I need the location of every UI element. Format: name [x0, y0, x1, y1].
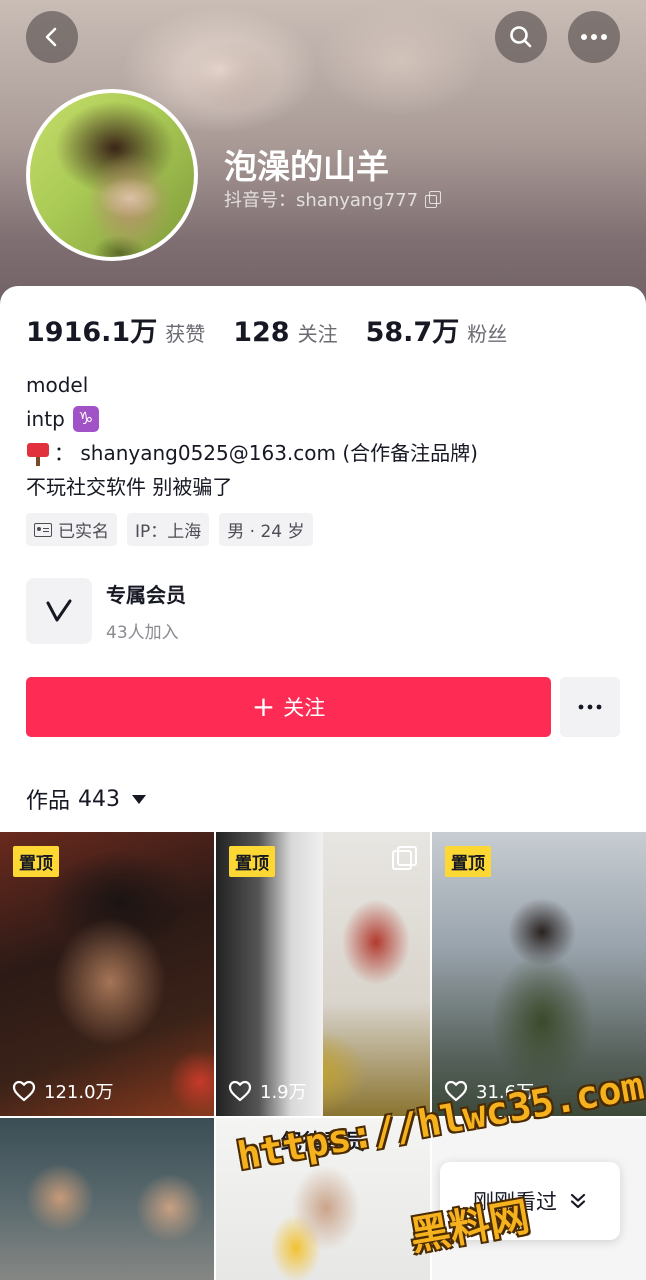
like-count-text: 1.9万 — [260, 1082, 307, 1103]
profile-tags: 已实名 IP：上海 男 · 24 岁 — [26, 513, 313, 546]
tab-works[interactable]: 作品 443 — [26, 783, 147, 815]
tag-verified-label: 已实名 — [58, 522, 109, 542]
membership-text: 专属会员 43人加入 — [106, 579, 186, 643]
bio-line-2: intp ♑ — [26, 402, 478, 436]
stat-likes-value: 1916.1万 — [26, 317, 158, 348]
tag-verified[interactable]: 已实名 — [26, 513, 117, 546]
follow-more-button[interactable] — [560, 677, 620, 737]
stat-followers-value: 58.7万 — [365, 317, 460, 348]
bio-line-3-text: ： shanyang0525@163.com (合作备注品牌) — [54, 441, 478, 465]
pinned-badge: 置顶 — [229, 846, 275, 877]
more-dots-icon — [578, 704, 602, 710]
like-count: 121.0万 — [12, 1078, 114, 1104]
heart-icon — [228, 1080, 252, 1102]
stats-row: 1916.1万 获赞 128 关注 58.7万 粉丝 — [26, 310, 535, 349]
exclusive-membership[interactable]: 专属会员 43人加入 — [26, 578, 186, 644]
more-dots-icon — [581, 34, 607, 40]
bio-line-4: 不玩社交软件 别被骗了 — [26, 475, 233, 499]
search-icon — [510, 26, 532, 48]
double-chevron-down-icon — [570, 1193, 586, 1209]
douyin-id[interactable]: 抖音号：shanyang777 — [224, 186, 442, 212]
stat-following-label: 关注 — [297, 322, 338, 346]
membership-subtitle: 43人加入 — [106, 623, 179, 643]
follow-label: 关注 — [283, 696, 326, 720]
like-count: 1.9万 — [228, 1078, 307, 1104]
v-logo-icon — [46, 599, 72, 622]
stat-followers[interactable]: 58.7万 粉丝 — [366, 310, 508, 349]
membership-title: 专属会员 — [106, 583, 186, 607]
avatar[interactable] — [26, 89, 198, 261]
tag-ip-location: IP：上海 — [127, 513, 210, 546]
works-count: 443 — [78, 786, 121, 812]
like-count-text: 121.0万 — [44, 1082, 114, 1103]
id-card-icon — [34, 522, 52, 537]
bio-line-2-text: intp — [26, 407, 65, 431]
pinned-badge: 置顶 — [13, 846, 59, 877]
tag-gender-age-label: 男 · 24 岁 — [227, 522, 305, 542]
tag-ip-label: IP：上海 — [135, 522, 202, 542]
copy-icon[interactable] — [424, 191, 442, 208]
stat-following-value: 128 — [233, 317, 290, 348]
follow-button[interactable]: + 关注 — [26, 677, 551, 737]
more-options-button[interactable] — [568, 11, 620, 63]
tag-gender-age: 男 · 24 岁 — [219, 513, 313, 546]
chevron-left-icon — [45, 27, 57, 47]
back-button[interactable] — [26, 11, 78, 63]
works-label: 作品 — [26, 789, 71, 814]
search-button[interactable] — [495, 11, 547, 63]
plus-icon: + — [251, 690, 276, 723]
heart-icon — [12, 1080, 36, 1102]
nickname: 泡澡的山羊 — [224, 147, 389, 186]
membership-logo — [26, 578, 92, 644]
work-tile[interactable]: 置顶 121.0万 — [0, 832, 214, 1116]
bio-line-1: model — [26, 373, 89, 397]
mailbox-icon — [26, 440, 50, 466]
stat-likes[interactable]: 1916.1万 获赞 — [26, 310, 205, 349]
caret-down-icon — [132, 794, 147, 804]
pinned-badge: 置顶 — [445, 846, 491, 877]
work-tile[interactable] — [0, 1118, 214, 1280]
work-tile[interactable]: 置顶 1.9万 — [216, 832, 430, 1116]
bio-line-3: ： shanyang0525@163.com (合作备注品牌) — [26, 436, 478, 470]
stat-following[interactable]: 128 关注 — [233, 317, 337, 348]
bio: model intp ♑ ： shanyang0525@163.com (合作备… — [26, 368, 478, 504]
multi-image-icon — [392, 846, 417, 870]
douyin-id-text: 抖音号：shanyang777 — [224, 190, 419, 211]
stat-followers-label: 粉丝 — [467, 322, 508, 346]
stat-likes-label: 获赞 — [165, 322, 206, 346]
capricorn-icon: ♑ — [72, 406, 99, 432]
